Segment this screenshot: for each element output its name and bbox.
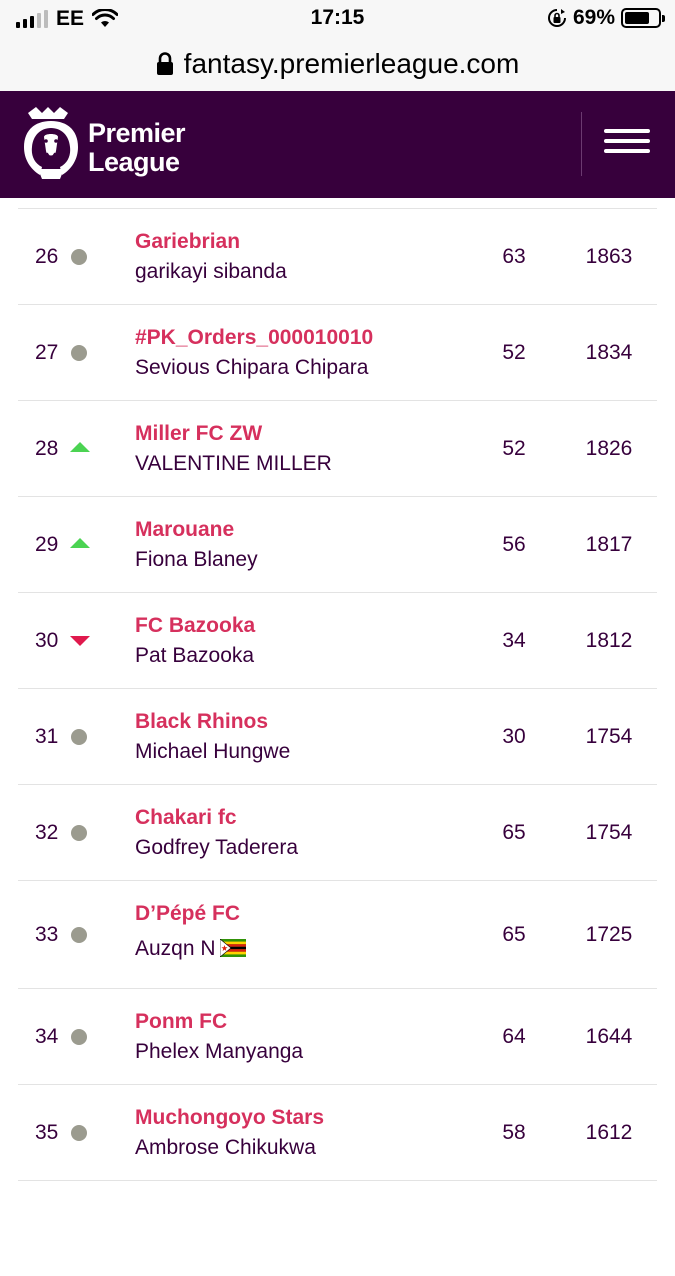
rank: 34: [35, 1025, 59, 1048]
status-bar: EE 17:15 69%: [0, 0, 675, 36]
rank-same-icon: [71, 825, 87, 841]
table-row[interactable]: 27 #PK_Orders_000010010 Sevious Chipara Ch…: [18, 304, 657, 400]
gameweek-points: 65: [502, 821, 526, 844]
standings-table: 26 Gariebrian garikayi sibanda 63 1863 27 #PK_…: [18, 208, 657, 1276]
total-points: 1834: [585, 341, 633, 364]
rank: 26: [35, 245, 59, 268]
rank: 29: [35, 533, 59, 556]
total-points: 1817: [585, 533, 633, 556]
manager-name-text: Auzqn N: [135, 937, 216, 960]
team-name-link[interactable]: Miller FC ZW: [135, 422, 262, 446]
total-points: 1812: [585, 629, 633, 652]
premier-league-lion-logo[interactable]: [20, 107, 82, 179]
total-points: 1644: [585, 1025, 633, 1048]
rank: 32: [35, 821, 59, 844]
rank-up-icon: [70, 538, 90, 548]
manager-name: VALENTINE MILLER: [135, 452, 332, 476]
gameweek-points: 34: [502, 629, 526, 652]
rank: 31: [35, 725, 59, 748]
hamburger-menu-icon[interactable]: [604, 129, 650, 159]
rank-down-icon: [70, 636, 90, 646]
rank-up-icon: [70, 442, 90, 452]
team-name-link[interactable]: #PK_Orders_000010010: [135, 326, 373, 350]
total-points: 1725: [585, 923, 633, 946]
table-row[interactable]: 29 Marouane Fiona Blaney 56 1817: [18, 496, 657, 592]
address-bar[interactable]: fantasy.premierleague.com: [0, 36, 675, 91]
rank-same-icon: [71, 729, 87, 745]
table-row[interactable]: 31 Black Rhinos Michael Hungwe 30 1754: [18, 688, 657, 784]
manager-name-text: Pat Bazooka: [135, 644, 255, 667]
total-points: 1754: [585, 821, 633, 844]
gameweek-points: 56: [502, 533, 526, 556]
table-row[interactable]: 35 Muchongoyo Stars Ambrose Chikukwa 58 1612: [18, 1084, 657, 1180]
team-name-link[interactable]: FC Bazooka: [135, 614, 255, 638]
manager-name-text: garikayi sibanda: [135, 260, 287, 283]
table-row[interactable]: 32 Chakari fc Godfrey Taderera 65 1754: [18, 784, 657, 880]
team-name-link[interactable]: Chakari fc: [135, 806, 237, 830]
brand-line-2: League: [88, 147, 180, 177]
header-divider: [581, 112, 582, 176]
manager-name-text: Michael Hungwe: [135, 740, 291, 763]
manager-name: Ambrose Chikukwa: [135, 1136, 316, 1160]
gameweek-points: 52: [502, 341, 526, 364]
manager-name-text: Sevious Chipara Chipara: [135, 356, 369, 379]
rotation-lock-icon: [548, 9, 566, 27]
gameweek-points: 58: [502, 1121, 526, 1144]
rank: 33: [35, 923, 59, 946]
team-name-link[interactable]: D’Pépé FC: [135, 902, 240, 926]
table-row[interactable]: 26 Gariebrian garikayi sibanda 63 1863: [18, 208, 657, 304]
table-row[interactable]: 28 Miller FC ZW VALENTINE MILLER 52 1826: [18, 400, 657, 496]
gameweek-points: 64: [502, 1025, 526, 1048]
team-name-link[interactable]: Ponm FC: [135, 1010, 227, 1034]
rank: 28: [35, 437, 59, 460]
table-row[interactable]: 33 D’Pépé FC Auzqn N 65 1725: [18, 880, 657, 988]
manager-name: garikayi sibanda: [135, 260, 287, 284]
total-points: 1826: [585, 437, 633, 460]
manager-name-text: Fiona Blaney: [135, 548, 258, 571]
manager-name: Auzqn N: [135, 937, 246, 961]
battery-icon: [621, 8, 665, 28]
gameweek-points: 52: [502, 437, 526, 460]
manager-name-text: Godfrey Taderera: [135, 836, 299, 859]
url-text: fantasy.premierleague.com: [183, 47, 520, 79]
manager-name: Michael Hungwe: [135, 740, 290, 764]
rank-same-icon: [71, 1029, 87, 1045]
manager-name: Sevious Chipara Chipara: [135, 356, 368, 380]
manager-name-text: VALENTINE MILLER: [135, 452, 332, 475]
rank: 27: [35, 341, 59, 364]
battery-percent: 69%: [572, 6, 615, 29]
total-points: 1754: [585, 725, 633, 748]
rank-same-icon: [71, 345, 87, 361]
zimbabwe-flag-icon: [219, 939, 246, 957]
team-name-link[interactable]: Black Rhinos: [135, 710, 268, 734]
team-name-link[interactable]: Marouane: [135, 518, 234, 542]
gameweek-points: 30: [502, 725, 526, 748]
rank: 30: [35, 629, 59, 652]
manager-name: Phelex Manyanga: [135, 1040, 303, 1064]
gameweek-points: 65: [502, 923, 526, 946]
manager-name: Godfrey Taderera: [135, 836, 298, 860]
total-points: 1863: [585, 245, 633, 268]
rank: 35: [35, 1121, 59, 1144]
table-row[interactable]: 30 FC Bazooka Pat Bazooka 34 1812: [18, 592, 657, 688]
table-row[interactable]: [18, 1180, 657, 1276]
rank-same-icon: [71, 927, 87, 943]
brand-line-1: Premier: [88, 118, 186, 148]
status-bar-right: 69%: [547, 6, 665, 30]
table-row[interactable]: 34 Ponm FC Phelex Manyanga 64 1644: [18, 988, 657, 1084]
team-name-link[interactable]: Muchongoyo Stars: [135, 1106, 324, 1130]
manager-name-text: Phelex Manyanga: [135, 1040, 304, 1063]
rank-same-icon: [71, 1125, 87, 1141]
rank-same-icon: [71, 249, 87, 265]
lock-icon: [156, 51, 173, 75]
manager-name: Fiona Blaney: [135, 548, 258, 572]
gameweek-points: 63: [502, 245, 526, 268]
total-points: 1612: [585, 1121, 633, 1144]
site-header: Premier League: [0, 91, 675, 198]
manager-name-text: Ambrose Chikukwa: [135, 1136, 316, 1159]
premier-league-wordmark: Premier League: [88, 118, 186, 177]
manager-name: Pat Bazooka: [135, 644, 254, 668]
team-name-link[interactable]: Gariebrian: [135, 230, 240, 254]
